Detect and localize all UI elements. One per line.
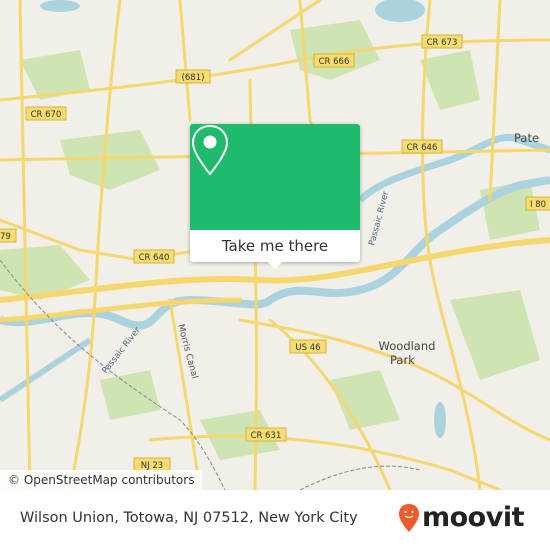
moovit-logo: moovit — [398, 502, 525, 533]
label-paterson: Pate — [514, 131, 539, 145]
label-cr646: CR 646 — [407, 143, 438, 153]
label-79: 79 — [0, 232, 11, 242]
label-passaic-river-1: Passaic River — [100, 325, 143, 376]
footer: Wilson Union, Totowa, NJ 07512, New York… — [0, 490, 550, 550]
moovit-pin-icon — [399, 503, 419, 532]
map[interactable]: CR 673 CR 666 (681) CR 670 CR 646 I 80 7… — [0, 0, 550, 490]
moovit-wordmark: moovit — [422, 502, 525, 533]
label-cr640: CR 640 — [139, 253, 170, 263]
take-me-there-button[interactable]: Take me there — [190, 230, 360, 262]
label-cr631: CR 631 — [251, 431, 282, 441]
label-681: (681) — [182, 73, 205, 83]
label-passaic-river-2: Passaic River — [367, 190, 391, 247]
popup-tail — [268, 262, 282, 269]
popup-header — [190, 124, 360, 230]
osm-attribution[interactable]: © OpenStreetMap contributors — [0, 470, 203, 490]
label-i80: I 80 — [530, 200, 546, 210]
label-us46: US 46 — [295, 343, 320, 353]
map-pin-icon — [191, 124, 229, 176]
label-cr673: CR 673 — [427, 38, 458, 48]
address-text: Wilson Union, Totowa, NJ 07512, New York… — [20, 510, 358, 526]
label-park: Park — [390, 353, 415, 367]
label-woodland: Woodland — [379, 339, 436, 353]
label-cr666: CR 666 — [319, 57, 350, 67]
label-cr670: CR 670 — [31, 110, 62, 120]
destination-popup: Take me there — [190, 124, 360, 269]
